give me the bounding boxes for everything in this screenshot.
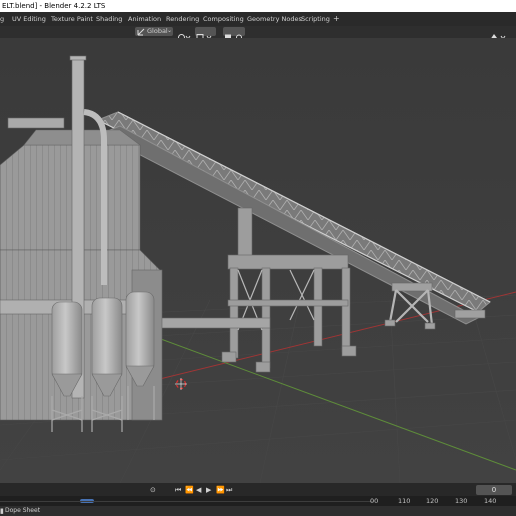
- dope-sheet-icon: ▮: [0, 507, 4, 515]
- play-icon[interactable]: ▶: [206, 484, 211, 496]
- tab-rendering[interactable]: Rendering: [166, 14, 199, 24]
- ruler-tick: 140: [484, 497, 497, 505]
- current-frame-field[interactable]: 0: [476, 485, 512, 495]
- window-title-bar: ELT.blend] - Blender 4.2.2 LTS: [0, 0, 516, 12]
- jump-end-icon[interactable]: ⏭: [226, 484, 232, 496]
- window-title: ELT.blend] - Blender 4.2.2 LTS: [2, 2, 106, 10]
- orientation-label: Global: [147, 27, 168, 35]
- transform-orientation-dropdown[interactable]: Global ⌄: [135, 27, 173, 36]
- ruler-tick: 00: [370, 497, 379, 505]
- orientation-icon: [137, 28, 145, 35]
- tab-animation[interactable]: Animation: [128, 14, 161, 24]
- pivot-point-dropdown[interactable]: [177, 27, 193, 41]
- step-back-icon[interactable]: ⏪: [185, 484, 194, 496]
- tab-scripting[interactable]: Scripting: [301, 14, 330, 24]
- ruler-tick: 110: [398, 497, 411, 505]
- tab-layout[interactable]: g: [0, 14, 4, 24]
- 3d-viewport[interactable]: [0, 38, 516, 483]
- horizontal-beam: [159, 317, 271, 329]
- tab-geometry-nodes[interactable]: Geometry Nodes: [247, 14, 302, 24]
- viewport-gizmo-toggle[interactable]: [487, 27, 513, 40]
- snap-toggle[interactable]: [195, 27, 216, 41]
- ruler-tick: 130: [455, 497, 468, 505]
- editor-type-label: Dope Sheet: [5, 507, 41, 514]
- tab-uv-editing[interactable]: UV Editing: [12, 14, 46, 24]
- frame-ruler[interactable]: 00 110 120 130 140: [0, 496, 516, 506]
- frame-range-bar: [0, 501, 373, 502]
- record-icon[interactable]: ⊙: [150, 484, 156, 496]
- ruler-tick: 120: [426, 497, 439, 505]
- tab-shading[interactable]: Shading: [96, 14, 122, 24]
- status-bar: ▮ Dope Sheet: [0, 506, 516, 516]
- add-workspace-button[interactable]: +: [333, 14, 340, 24]
- chevron-down-icon: ⌄: [167, 27, 173, 34]
- scene-render: [0, 38, 516, 483]
- step-forward-icon[interactable]: ⏩: [216, 484, 225, 496]
- workspace-tab-bar: g UV Editing Texture Paint Shading Anima…: [0, 12, 516, 26]
- tab-texture-paint[interactable]: Texture Paint: [51, 14, 93, 24]
- jump-start-icon[interactable]: ⏮: [175, 484, 181, 496]
- play-reverse-icon[interactable]: ◀: [196, 484, 201, 496]
- tab-compositing[interactable]: Compositing: [203, 14, 244, 24]
- proportional-editing-toggle[interactable]: [223, 27, 245, 41]
